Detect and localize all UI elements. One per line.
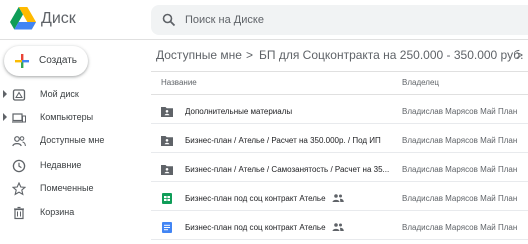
breadcrumb-separator: > — [246, 48, 254, 62]
clock-icon — [12, 159, 26, 173]
table-row[interactable]: Бизнес-план под соц контракт Ателье Влад… — [151, 215, 528, 240]
shared-folder-icon — [161, 136, 173, 146]
sidebar-item-label: Компьютеры — [40, 112, 94, 122]
drive-icon — [12, 89, 26, 101]
sidebar-item-label: Помеченные — [40, 183, 94, 193]
file-name: Дополнительные материалы — [185, 107, 293, 116]
shared-people-icon — [332, 194, 344, 202]
divider — [151, 71, 528, 72]
search-input[interactable]: Поиск на Диске — [185, 13, 264, 27]
file-name: Бизнес-план / Ателье / Расчет на 350.000… — [185, 136, 381, 145]
shared-folder-icon — [161, 107, 173, 117]
file-owner: Владислав Марясов Май План — [402, 165, 518, 174]
sidebar-item-trash[interactable]: Корзина — [0, 202, 150, 224]
file-owner: Владислав Марясов Май План — [402, 107, 518, 116]
file-browser: Доступные мне > БП для Соцконтракта на 2… — [151, 40, 528, 244]
file-owner: Владислав Марясов Май План — [402, 194, 518, 203]
file-name: Бизнес-план / Ателье / Самозанятость / Р… — [185, 165, 390, 174]
table-row[interactable]: Бизнес-план под соц контракт Ателье Влад… — [151, 186, 528, 211]
sidebar-item-label: Корзина — [40, 207, 75, 217]
document-icon — [162, 222, 172, 233]
table-row[interactable]: Бизнес-план / Ателье / Самозанятость / Р… — [151, 157, 528, 182]
star-icon — [12, 182, 26, 196]
trash-icon — [14, 206, 24, 220]
create-button[interactable]: Создать — [4, 46, 88, 76]
search-icon[interactable] — [162, 13, 176, 27]
file-owner: Владислав Марясов Май План — [402, 223, 518, 232]
sidebar-item-shared-with-me[interactable]: Доступные мне — [0, 130, 150, 152]
sidebar-item-label: Доступные мне — [40, 135, 105, 145]
breadcrumb-item-shared[interactable]: Доступные мне — [156, 46, 242, 64]
app-title: Диск — [41, 10, 76, 27]
shared-people-icon — [12, 136, 26, 147]
plus-icon — [15, 54, 29, 68]
sidebar-item-label: Недавние — [40, 160, 82, 170]
spreadsheet-icon — [162, 193, 172, 204]
create-label: Создать — [39, 55, 78, 66]
sidebar-item-my-drive[interactable]: Мой диск — [0, 84, 150, 106]
expand-arrow-icon[interactable] — [3, 90, 7, 98]
breadcrumb-item-folder[interactable]: БП для Соцконтракта на 250.000 - 350.000… — [259, 46, 523, 64]
sidebar-item-recent[interactable]: Недавние — [0, 155, 150, 177]
top-bar: Диск Поиск на Диске — [0, 0, 528, 40]
expand-arrow-icon[interactable] — [3, 113, 7, 121]
shared-people-icon — [332, 223, 344, 231]
column-header-owner[interactable]: Владелец — [402, 78, 439, 88]
breadcrumb-separator: > — [516, 48, 524, 62]
drive-logo-icon[interactable] — [10, 7, 36, 31]
file-name: Бизнес-план под соц контракт Ателье — [185, 223, 326, 232]
shared-folder-icon — [161, 165, 173, 175]
column-header-name[interactable]: Название — [161, 78, 197, 88]
table-row[interactable]: Дополнительные материалы Владислав Маряс… — [151, 99, 528, 124]
table-row[interactable]: Бизнес-план / Ателье / Расчет на 350.000… — [151, 128, 528, 153]
sidebar-item-computers[interactable]: Компьютеры — [0, 107, 150, 129]
sidebar-item-label: Мой диск — [40, 89, 79, 99]
computer-icon — [12, 113, 26, 123]
file-name: Бизнес-план под соц контракт Ателье — [185, 194, 326, 203]
file-owner: Владислав Марясов Май План — [402, 136, 518, 145]
search-bar[interactable]: Поиск на Диске — [151, 5, 528, 35]
sidebar-item-starred[interactable]: Помеченные — [0, 178, 150, 200]
divider — [151, 94, 528, 95]
